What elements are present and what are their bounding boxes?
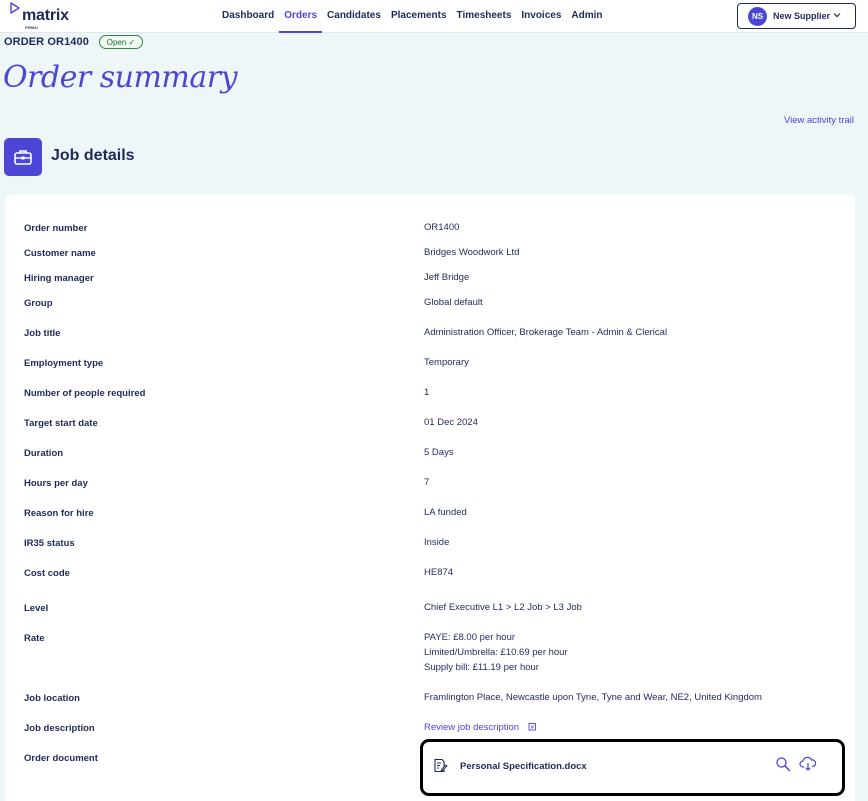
- value-duration: 5 Days: [424, 447, 454, 458]
- label-cost-code: Cost code: [24, 568, 70, 579]
- label-employment-type: Employment type: [24, 358, 104, 369]
- label-order-number: Order number: [24, 223, 88, 234]
- view-activity-trail-link[interactable]: View activity trail: [784, 115, 854, 126]
- value-people-required: 1: [424, 387, 430, 398]
- value-employment-type: Temporary: [424, 357, 469, 368]
- label-reason-for-hire: Reason for hire: [24, 508, 94, 519]
- order-id-heading: ORDER OR1400: [4, 36, 89, 48]
- value-rate-supply: Supply bill: £11.19 per hour: [424, 662, 539, 673]
- search-icon: [776, 757, 791, 772]
- briefcase-icon: [4, 138, 42, 176]
- page-title: Order summary: [3, 60, 238, 95]
- chevron-down-icon: [833, 13, 841, 18]
- logo-subtext: PRMU: [25, 25, 38, 30]
- order-document-item: Personal Specification.docx: [420, 739, 845, 796]
- label-target-start-date: Target start date: [24, 418, 98, 429]
- label-job-location: Job location: [24, 693, 80, 704]
- nav-invoices[interactable]: Invoices: [516, 0, 566, 33]
- label-order-document: Order document: [24, 753, 98, 764]
- nav-dashboard[interactable]: Dashboard: [222, 0, 279, 33]
- review-job-description-link[interactable]: Review job description: [424, 720, 537, 735]
- value-order-number: OR1400: [424, 222, 460, 233]
- external-link-icon: [528, 723, 536, 731]
- value-rate-paye: PAYE: £8.00 per hour: [424, 632, 516, 643]
- value-cost-code: HE874: [424, 567, 454, 578]
- label-ir35-status: IR35 status: [24, 538, 75, 549]
- value-rate-limited: Limited/Umbrella: £10.69 per hour: [424, 647, 568, 658]
- value-job-title: Administration Officer, Brokerage Team -…: [424, 327, 668, 338]
- play-icon: [10, 2, 20, 14]
- value-hours-per-day: 7: [424, 477, 430, 488]
- label-job-title: Job title: [24, 328, 61, 339]
- user-menu-button[interactable]: NS New Supplier: [737, 3, 856, 29]
- download-document-button[interactable]: [799, 756, 817, 777]
- value-hiring-manager: Jeff Bridge: [424, 272, 470, 283]
- logo-text: matrix: [22, 7, 69, 24]
- matrix-logo[interactable]: matrix PRMU: [10, 2, 80, 30]
- label-customer-name: Customer name: [24, 248, 96, 259]
- review-job-description-text: Review job description: [424, 722, 520, 733]
- document-edit-icon: [434, 758, 448, 773]
- value-reason-for-hire: LA funded: [424, 507, 467, 518]
- value-level: Chief Executive L1 > L2 Job > L3 Job: [424, 602, 582, 613]
- avatar: NS: [748, 6, 767, 26]
- label-level: Level: [24, 603, 49, 614]
- value-group: Global default: [424, 297, 483, 308]
- document-file-name: Personal Specification.docx: [460, 761, 587, 772]
- label-hours-per-day: Hours per day: [24, 478, 88, 489]
- nav-admin[interactable]: Admin: [566, 0, 607, 33]
- label-people-required: Number of people required: [24, 388, 146, 399]
- nav-placements[interactable]: Placements: [386, 0, 452, 33]
- job-details-card: [5, 195, 855, 801]
- label-group: Group: [24, 298, 53, 309]
- main-nav: Dashboard Orders Candidates Placements T…: [222, 0, 608, 33]
- value-customer-name: Bridges Woodwork Ltd: [424, 247, 520, 258]
- label-hiring-manager: Hiring manager: [24, 273, 94, 284]
- nav-timesheets[interactable]: Timesheets: [452, 0, 517, 33]
- value-job-location: Framlington Place, Newcastle upon Tyne, …: [424, 692, 762, 703]
- value-target-start-date: 01 Dec 2024: [424, 417, 478, 428]
- preview-document-button[interactable]: [775, 756, 791, 777]
- value-ir35-status: Inside: [424, 537, 450, 548]
- label-duration: Duration: [24, 448, 64, 459]
- nav-orders[interactable]: Orders: [279, 0, 323, 33]
- user-name: New Supplier: [773, 11, 831, 21]
- label-job-description: Job description: [24, 723, 95, 734]
- section-title-job-details: Job details: [51, 147, 135, 164]
- cloud-download-icon: [799, 756, 817, 771]
- nav-candidates[interactable]: Candidates: [322, 0, 386, 33]
- label-rate: Rate: [24, 633, 45, 644]
- status-badge: Open ✓: [99, 35, 143, 49]
- top-nav-bar: matrix PRMU Dashboard Orders Candidates …: [0, 0, 868, 33]
